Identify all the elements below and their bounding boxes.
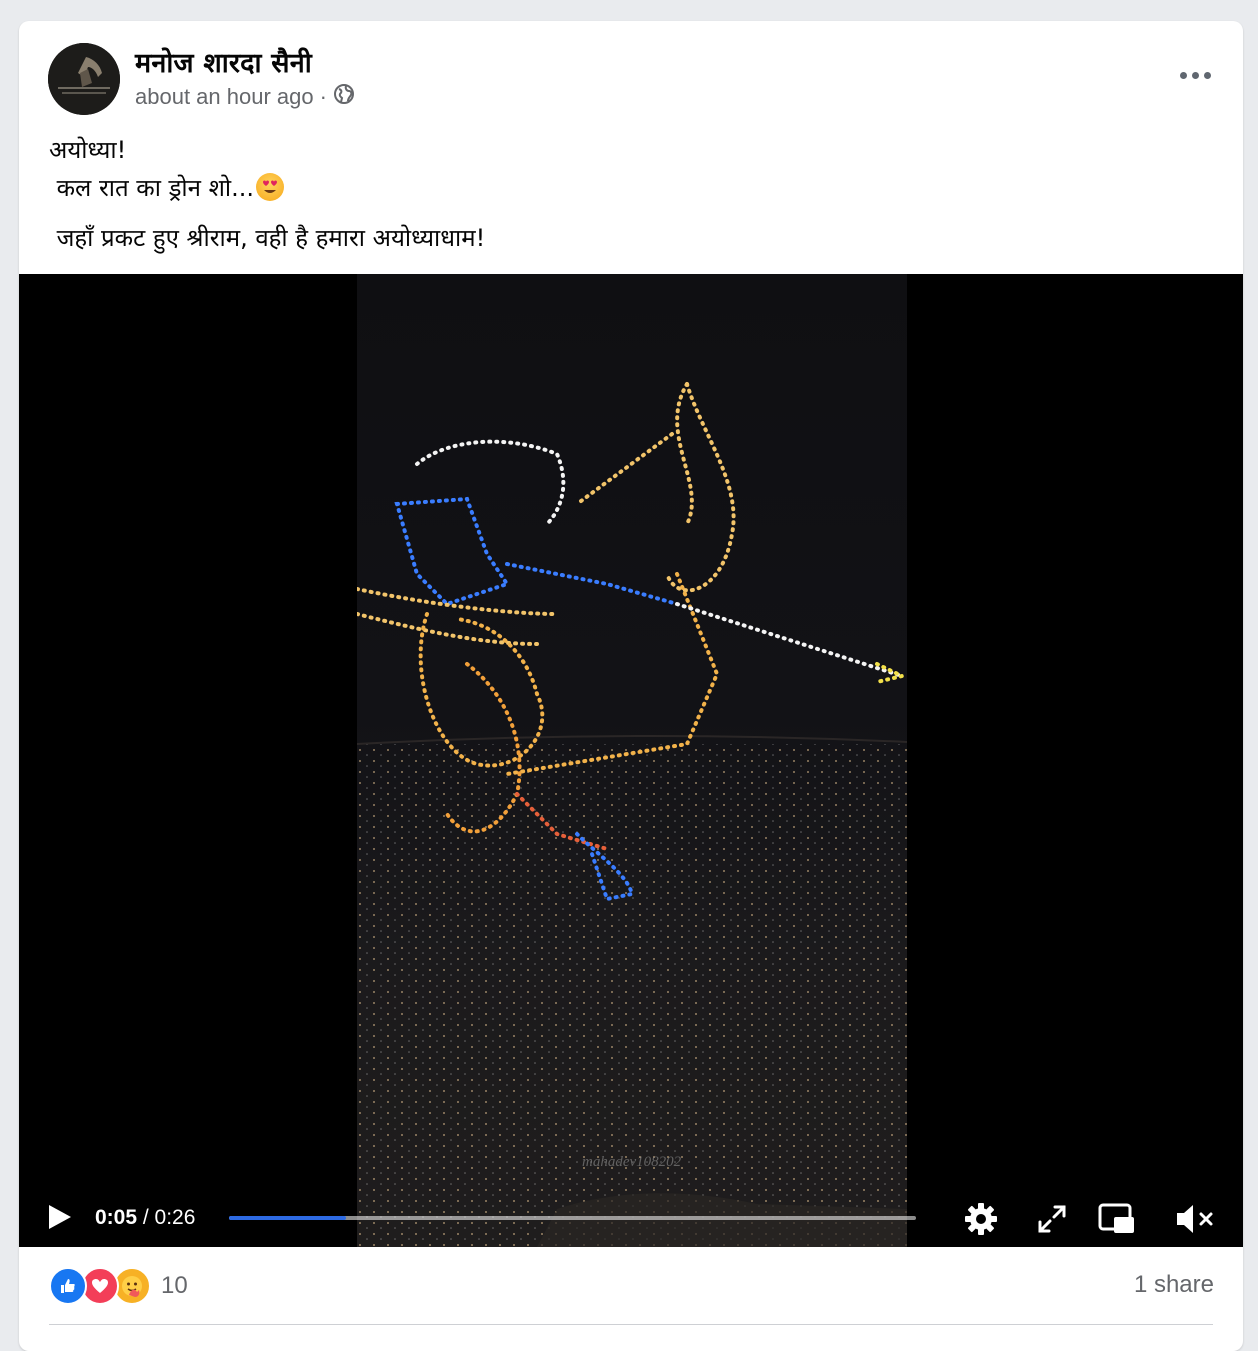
post-meta: about an hour ago · — [135, 83, 355, 111]
author-avatar[interactable] — [48, 43, 120, 115]
author-name[interactable]: मनोज शारदा सैनी — [135, 43, 312, 80]
post-header: मनोज शारदा सैनी about an hour ago · — [19, 21, 1243, 131]
meta-separator: · — [319, 84, 327, 109]
play-icon — [49, 1205, 71, 1229]
globe-icon — [333, 83, 355, 111]
dot — [1203, 71, 1211, 79]
post-text-line-1: अयोध्या! — [49, 136, 127, 164]
more-options-button[interactable] — [1175, 67, 1215, 83]
share-count[interactable]: 1 share — [1134, 1271, 1214, 1299]
settings-button[interactable] — [962, 1200, 1000, 1238]
post-timestamp[interactable]: about an hour ago — [135, 84, 314, 110]
post-card: मनोज शारदा सैनी about an hour ago · अयोध… — [19, 21, 1243, 1351]
video-player[interactable]: mahadev108202 0:05 / 0:26 — [19, 274, 1243, 1247]
dot — [1191, 71, 1199, 79]
video-time: 0:05 / 0:26 — [95, 1206, 195, 1230]
duration: 0:26 — [154, 1206, 196, 1229]
video-controls: 0:05 / 0:26 — [19, 1184, 1243, 1244]
post-text: अयोध्या! कल रात का ड्रोन शो... जहाँ प्रक… — [49, 131, 485, 257]
progress-bar[interactable] — [229, 1216, 916, 1220]
reactions-summary[interactable]: 10 — [49, 1267, 188, 1305]
gear-icon — [965, 1203, 997, 1235]
video-watermark: mahadev108202 — [582, 1154, 682, 1170]
reaction-count: 10 — [161, 1272, 188, 1299]
post-text-line-2: कल रात का ड्रोन शो... — [49, 169, 485, 207]
divider — [49, 1324, 1213, 1325]
time-separator: / — [137, 1206, 155, 1229]
progress-fill — [229, 1216, 346, 1220]
drone-show-image: mahadev108202 — [355, 382, 908, 1247]
picture-in-picture-button[interactable] — [1097, 1200, 1137, 1238]
volume-muted-icon — [1177, 1205, 1213, 1233]
mute-button[interactable] — [1174, 1200, 1216, 1238]
fullscreen-button[interactable] — [1035, 1202, 1069, 1236]
play-button[interactable] — [45, 1202, 75, 1232]
current-time: 0:05 — [95, 1206, 138, 1229]
video-frame[interactable]: mahadev108202 — [355, 274, 908, 1247]
fullscreen-icon — [1038, 1205, 1066, 1233]
heart-eyes-emoji-icon — [256, 173, 285, 201]
like-icon — [49, 1267, 87, 1305]
post-footer: 10 1 share — [19, 1247, 1243, 1325]
dot — [1179, 71, 1187, 79]
post-text-line-3: जहाँ प्रकट हुए श्रीराम, वही है हमारा अयो… — [49, 224, 486, 252]
pip-icon — [1098, 1203, 1134, 1233]
post-text-line-2-text: कल रात का ड्रोन शो... — [49, 174, 255, 202]
